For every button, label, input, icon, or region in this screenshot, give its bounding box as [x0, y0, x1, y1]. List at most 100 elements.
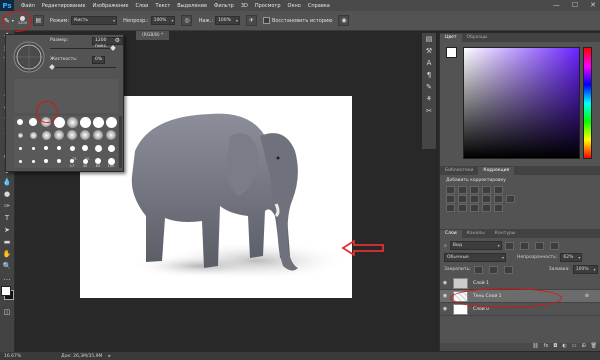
lock-pixels-icon[interactable] — [473, 265, 483, 274]
brush-list-scrollbar[interactable] — [119, 116, 122, 168]
pressure-opacity-toggle[interactable]: ◎ — [181, 15, 193, 26]
brush-tip[interactable] — [40, 129, 52, 141]
flow-field[interactable]: 100% — [215, 16, 240, 25]
path-select-tool-icon[interactable]: ➤ — [0, 224, 14, 236]
eye-icon[interactable]: ◉ — [440, 293, 450, 299]
vibrance-adjust-icon[interactable] — [494, 186, 503, 194]
invert-adjust-icon[interactable] — [446, 204, 455, 212]
menu-3d[interactable]: 3D — [241, 3, 248, 9]
folder-icon[interactable]: ▭ — [572, 343, 577, 351]
foreground-color-swatch[interactable] — [1, 286, 11, 296]
eye-icon[interactable]: ◉ — [440, 280, 450, 286]
exposure-adjust-icon[interactable] — [482, 186, 491, 194]
tool-presets-icon[interactable]: ✂ — [422, 105, 436, 117]
color-field[interactable] — [463, 47, 580, 159]
fill-field[interactable]: 100% — [572, 265, 598, 274]
size-slider-thumb[interactable] — [110, 45, 116, 51]
brush-angle-preview[interactable] — [12, 40, 46, 74]
lock-position-icon[interactable] — [488, 265, 498, 274]
brush-tip[interactable] — [105, 129, 117, 141]
brush-tip[interactable]: 100 — [105, 155, 117, 168]
brush-tip[interactable]: 65 — [92, 155, 104, 168]
zoom-level[interactable]: 16.67% — [4, 354, 21, 359]
brush-tip[interactable] — [92, 142, 104, 154]
menu-layers[interactable]: Слои — [135, 3, 148, 9]
menu-image[interactable]: Изображение — [92, 3, 128, 9]
history-option[interactable]: Восстановить историю — [262, 17, 332, 24]
photo-filter-adjust-icon[interactable] — [482, 195, 491, 203]
minimize-button[interactable]: — — [553, 1, 560, 9]
tab-swatches[interactable]: Образцы — [462, 34, 493, 42]
brush-panel-icon[interactable]: ✎ — [422, 81, 436, 93]
link-layers-icon[interactable]: ⛓ — [532, 343, 538, 351]
brush-tip[interactable] — [66, 116, 78, 128]
brush-tip[interactable] — [27, 155, 39, 167]
brush-tip[interactable] — [40, 142, 52, 154]
pen-tool-icon[interactable]: ✑ — [0, 200, 14, 212]
adjustment-layer-icon[interactable]: ◐ — [562, 343, 566, 351]
color-balance-adjust-icon[interactable] — [458, 195, 467, 203]
maximize-button[interactable]: ☐ — [572, 1, 578, 9]
brush-tip[interactable] — [79, 142, 91, 154]
character-panel-icon[interactable]: A — [422, 57, 436, 69]
layer-effect-icon[interactable]: ⊕ — [585, 293, 589, 299]
menu-help[interactable]: Справка — [308, 3, 330, 9]
brush-tip[interactable] — [53, 142, 65, 154]
menu-file[interactable]: Файл — [21, 3, 35, 9]
history-panel-icon[interactable]: ▤ — [422, 33, 436, 45]
mode-select[interactable]: Кисть — [71, 16, 118, 25]
new-layer-icon[interactable]: ⊞ — [581, 343, 585, 351]
more-tools-icon[interactable]: … — [0, 272, 14, 284]
properties-panel-icon[interactable]: ⚒ — [422, 45, 436, 57]
document-tab[interactable]: (RGB/8) * — [136, 31, 170, 40]
brush-tip-selected[interactable] — [53, 129, 65, 141]
layer-kind-select[interactable]: Вид — [449, 241, 502, 250]
tab-paths[interactable]: Контуры — [490, 230, 521, 238]
menu-filter[interactable]: Фильтр — [214, 3, 234, 9]
menu-window[interactable]: Окно — [288, 3, 301, 9]
dodge-tool-icon[interactable]: ● — [0, 188, 14, 200]
brush-tip[interactable] — [14, 155, 26, 167]
chevron-right-icon[interactable]: ▸ — [108, 354, 110, 359]
pressure-size-toggle[interactable]: ◉ — [338, 15, 350, 26]
hardness-slider-thumb[interactable] — [49, 64, 55, 70]
brush-tip[interactable] — [105, 142, 117, 154]
layer-name[interactable]: Слой 1 — [473, 281, 489, 286]
brush-tip[interactable] — [14, 116, 26, 128]
zoom-tool-icon[interactable]: 🔍 — [0, 260, 14, 272]
mask-icon[interactable]: ◘ — [553, 343, 557, 351]
airbrush-toggle[interactable]: ✈ — [245, 15, 257, 26]
bw-adjust-icon[interactable] — [470, 195, 479, 203]
tab-color[interactable]: Цвет — [440, 34, 462, 42]
levels-adjust-icon[interactable] — [458, 186, 467, 194]
brush-tip[interactable] — [105, 116, 117, 128]
brush-tip[interactable] — [14, 129, 26, 141]
hue-slider[interactable] — [583, 47, 592, 159]
brush-tip[interactable] — [79, 129, 91, 141]
hardness-field[interactable]: 0% — [92, 56, 106, 64]
eye-icon[interactable]: ◉ — [440, 306, 450, 312]
tab-libraries[interactable]: Библиотеки — [440, 167, 478, 175]
posterize-adjust-icon[interactable] — [458, 204, 467, 212]
brush-tip[interactable] — [79, 116, 91, 128]
type-tool-icon[interactable]: T — [0, 212, 14, 224]
hand-tool-icon[interactable]: ✋ — [0, 248, 14, 260]
blend-mode-select[interactable]: Обычные — [444, 253, 506, 262]
shape-tool-icon[interactable]: ▬ — [0, 236, 14, 248]
filter-adjust-icon[interactable] — [519, 241, 529, 250]
brightness-adjust-icon[interactable] — [446, 186, 455, 194]
menu-view[interactable]: Просмотр — [255, 3, 281, 9]
layer-opacity-field[interactable]: 62% — [560, 253, 583, 262]
color-swatches[interactable] — [0, 284, 14, 306]
filter-shape-icon[interactable] — [549, 241, 559, 250]
selective-color-adjust-icon[interactable] — [494, 204, 503, 212]
fx-icon[interactable]: fx — [544, 343, 549, 351]
paragraph-panel-icon[interactable]: ¶ — [422, 69, 436, 81]
history-checkbox[interactable] — [262, 17, 270, 24]
brush-tip[interactable] — [14, 142, 26, 154]
brush-tip[interactable] — [27, 129, 39, 141]
menu-edit[interactable]: Редактирование — [42, 3, 86, 9]
brush-tip[interactable] — [53, 155, 65, 167]
hue-sat-adjust-icon[interactable] — [446, 195, 455, 203]
brush-panel-toggle[interactable]: ▤ — [32, 15, 44, 26]
